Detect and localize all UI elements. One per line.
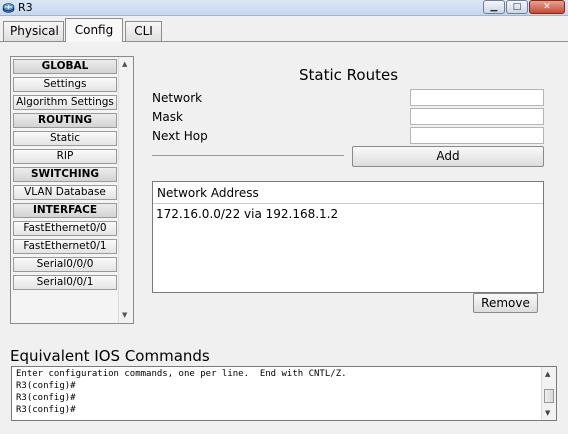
config-nav-list: GLOBAL Settings Algorithm Settings ROUTI… [10, 56, 134, 324]
close-button[interactable]: ✕ [529, 0, 565, 14]
list-header-divider [153, 203, 543, 204]
network-input[interactable] [410, 89, 544, 106]
arrow-down-icon[interactable]: ▼ [545, 409, 550, 417]
arrow-up-icon[interactable]: ▲ [122, 60, 127, 68]
nav-header-interface: INTERFACE [13, 203, 117, 218]
nav-header-switching: SWITCHING [13, 167, 117, 182]
arrow-down-icon[interactable]: ▼ [122, 311, 127, 319]
maximize-button[interactable]: □ [506, 0, 528, 14]
window-title: R3 [18, 1, 33, 14]
nav-scrollbar[interactable]: ▲ ▼ [118, 57, 133, 323]
console-line: Enter configuration commands, one per li… [16, 369, 347, 379]
network-address-header: Network Address [157, 186, 259, 200]
divider [152, 155, 344, 156]
tab-config[interactable]: Config [65, 18, 123, 42]
nav-header-global: GLOBAL [13, 59, 117, 74]
route-list[interactable]: Network Address 172.16.0.0/22 via 192.16… [152, 181, 544, 293]
console-line: R3(config)# [16, 405, 76, 415]
nav-item-fastethernet0-0[interactable]: FastEthernet0/0 [13, 221, 117, 236]
tab-physical[interactable]: Physical [3, 21, 64, 42]
nav-item-settings[interactable]: Settings [13, 77, 117, 92]
network-label: Network [152, 91, 203, 105]
maximize-icon: □ [512, 2, 522, 12]
nav-item-rip[interactable]: RIP [13, 149, 117, 164]
add-button[interactable]: Add [352, 146, 544, 167]
ios-console[interactable]: Enter configuration commands, one per li… [11, 366, 557, 421]
nav-item-serial0-0-1[interactable]: Serial0/0/1 [13, 275, 117, 290]
console-line: R3(config)# [16, 393, 76, 403]
console-scrollbar[interactable]: ▲ ▼ [541, 367, 556, 420]
minimize-button[interactable]: ▁ [483, 0, 505, 14]
tab-bar: Physical Config CLI [0, 16, 568, 42]
nav-item-serial0-0-0[interactable]: Serial0/0/0 [13, 257, 117, 272]
router-icon [2, 1, 15, 14]
router-config-window: R3 ▁ □ ✕ Physical Config CLI GLOBAL Sett… [0, 0, 568, 434]
nav-item-fastethernet0-1[interactable]: FastEthernet0/1 [13, 239, 117, 254]
remove-button[interactable]: Remove [473, 293, 538, 313]
nav-item-static[interactable]: Static [13, 131, 117, 146]
console-line: R3(config)# [16, 381, 76, 391]
next-hop-label: Next Hop [152, 129, 208, 143]
nav-item-vlan-database[interactable]: VLAN Database [13, 185, 117, 200]
list-item[interactable]: 172.16.0.0/22 via 192.168.1.2 [156, 207, 338, 222]
mask-label: Mask [152, 110, 183, 124]
scroll-thumb[interactable] [544, 389, 554, 403]
nav-item-algorithm-settings[interactable]: Algorithm Settings [13, 95, 117, 110]
title-bar: R3 ▁ □ ✕ [0, 0, 568, 16]
ios-commands-title: Equivalent IOS Commands [10, 347, 210, 365]
next-hop-input[interactable] [410, 127, 544, 144]
mask-input[interactable] [410, 108, 544, 125]
minimize-icon: ▁ [490, 2, 498, 12]
arrow-up-icon[interactable]: ▲ [545, 370, 550, 378]
nav-header-routing: ROUTING [13, 113, 117, 128]
close-icon: ✕ [543, 2, 551, 12]
static-routes-title: Static Routes [299, 66, 399, 84]
tab-cli[interactable]: CLI [125, 21, 162, 42]
